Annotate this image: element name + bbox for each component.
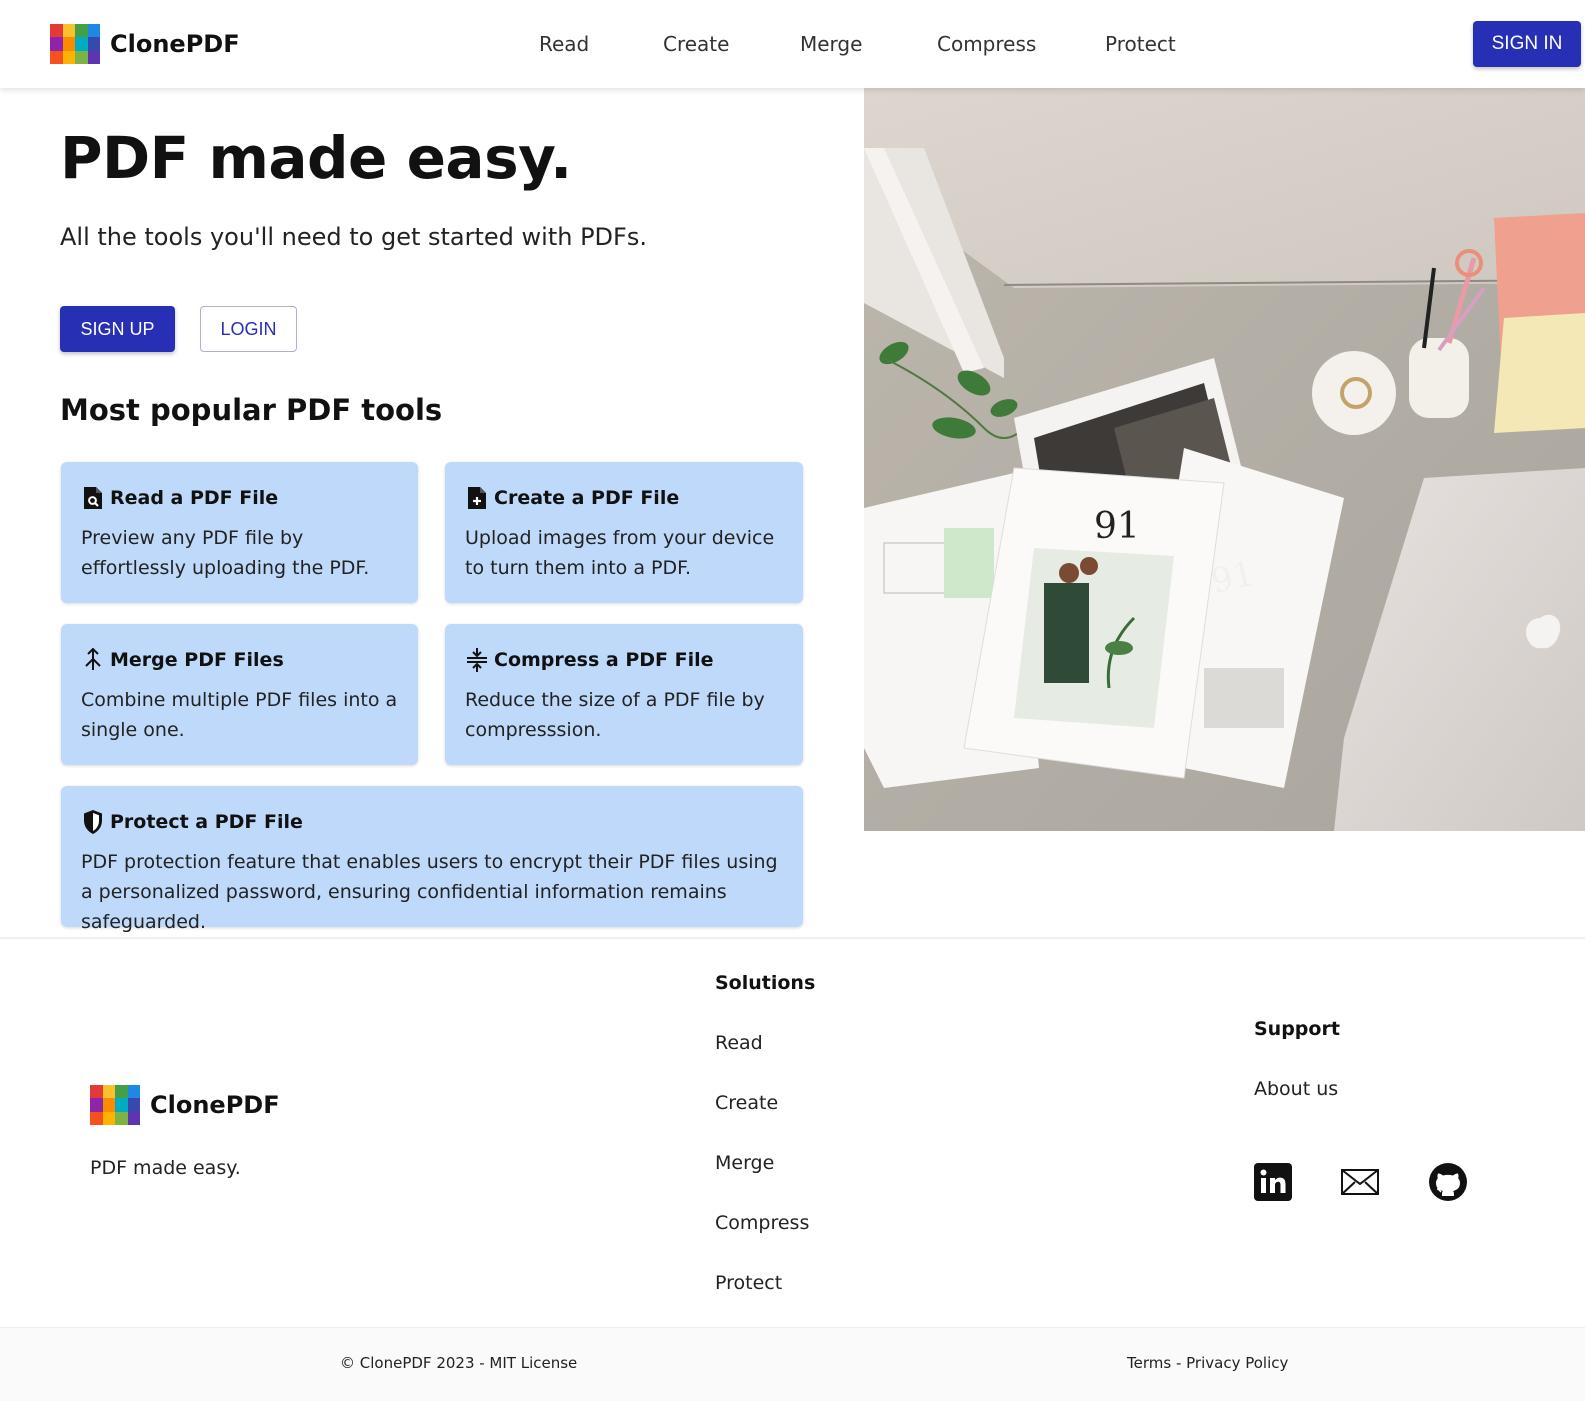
footer-link-about-us[interactable]: About us [1254,1078,1338,1100]
logo-tile [115,1111,128,1125]
tool-title: Read a PDF File [110,487,279,509]
legal-separator: - [1171,1354,1187,1372]
footer-link-compress[interactable]: Compress [715,1212,809,1234]
sign-in-button[interactable]: SIGN IN [1473,21,1581,67]
tool-card-protect[interactable]: Protect a PDF File PDF protection featur… [61,786,803,933]
merge-icon [81,647,105,673]
github-icon[interactable] [1428,1162,1468,1202]
magazine-number: 91 [1094,506,1140,547]
tool-description: Reduce the size of a PDF file by compres… [465,689,765,741]
login-button[interactable]: LOGIN [200,306,297,352]
main-nav: Read Create Merge Compress Protect [0,32,1585,58]
privacy-policy-link[interactable]: Privacy Policy [1186,1354,1288,1372]
tool-title: Compress a PDF File [494,649,714,671]
clonepdf-logo-icon [90,1085,140,1125]
footer-link-protect[interactable]: Protect [715,1272,782,1294]
sign-up-button[interactable]: SIGN UP [60,306,175,352]
solutions-heading: Solutions [715,972,816,994]
footer-link-create[interactable]: Create [715,1092,778,1114]
compress-icon [465,647,489,673]
logo-tile [127,1098,140,1112]
footer-brand[interactable]: ClonePDF [90,1085,280,1125]
top-navbar: ClonePDF Read Create Merge Compress Prot… [0,0,1585,88]
logo-tile [102,1085,115,1099]
nav-read[interactable]: Read [539,32,589,56]
nav-create[interactable]: Create [663,32,729,56]
logo-tile [90,1098,103,1112]
tool-card-create[interactable]: Create a PDF File Upload images from you… [445,462,803,603]
tool-description: Upload images from your device to turn t… [465,527,775,579]
logo-tile [127,1111,140,1125]
logo-tile [115,1085,128,1099]
tool-description: Preview any PDF file by effortlessly upl… [81,527,370,579]
logo-tile [102,1111,115,1125]
footer-bottom-bar [0,1327,1585,1401]
logo-tile [115,1098,128,1112]
legal-links: Terms - Privacy Policy [1127,1354,1288,1372]
tool-card-merge[interactable]: Merge PDF Files Combine multiple PDF fil… [61,624,418,765]
tool-card-read[interactable]: Read a PDF File Preview any PDF file by … [61,462,418,603]
popular-tools-heading: Most popular PDF tools [60,393,443,427]
logo-tile [102,1098,115,1112]
logo-tile [127,1085,140,1099]
nav-protect[interactable]: Protect [1105,32,1176,56]
footer-divider [0,937,1585,939]
linkedin-icon[interactable] [1253,1162,1293,1202]
file-search-icon [81,485,105,511]
hero-desk-photo: 91 91 [864,88,1585,831]
nav-compress[interactable]: Compress [937,32,1036,56]
footer-link-read[interactable]: Read [715,1032,763,1054]
footer-brand-name: ClonePDF [150,1091,280,1119]
hero-subtitle: All the tools you'll need to get started… [60,223,647,251]
copyright-text: © ClonePDF 2023 - MIT License [340,1354,578,1372]
tool-title: Merge PDF Files [110,649,284,671]
footer-link-merge[interactable]: Merge [715,1152,774,1174]
footer-tagline: PDF made easy. [90,1157,241,1179]
mail-icon[interactable] [1340,1162,1380,1202]
logo-tile [90,1085,103,1099]
tool-title: Protect a PDF File [110,811,303,833]
terms-link[interactable]: Terms [1127,1354,1171,1372]
tool-description: Combine multiple PDF files into a single… [81,689,398,741]
support-heading: Support [1254,1018,1340,1040]
nav-merge[interactable]: Merge [800,32,862,56]
tool-title: Create a PDF File [494,487,680,509]
file-plus-icon [465,485,489,511]
tool-card-compress[interactable]: Compress a PDF File Reduce the size of a… [445,624,803,765]
tool-description: PDF protection feature that enables user… [81,851,778,933]
hero-title: PDF made easy. [60,124,572,192]
shield-icon [81,809,105,835]
logo-tile [90,1111,103,1125]
